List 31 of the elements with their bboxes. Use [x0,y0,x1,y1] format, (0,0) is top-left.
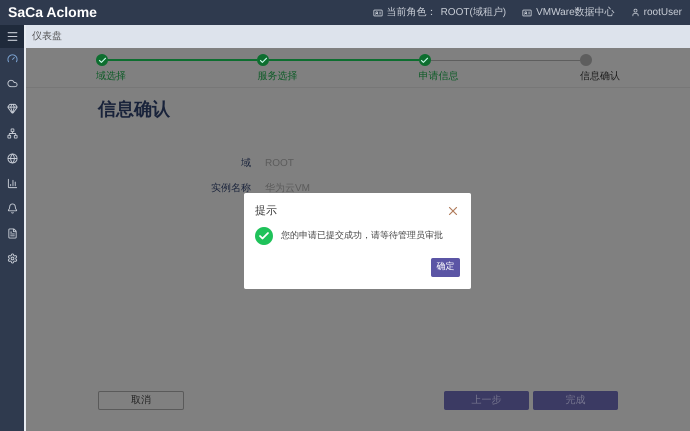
role-label: 当前角色： [386,6,437,20]
page-title: 信息确认 [98,99,170,119]
diamond-icon[interactable] [6,103,18,114]
bar-chart-icon[interactable] [6,178,18,189]
globe-icon[interactable] [6,153,18,164]
field-label: 实例名称 [211,182,251,196]
id-card-icon [522,8,532,18]
user-icon [630,8,640,17]
gauge-icon[interactable] [6,53,18,64]
step-label: 域选择 [96,70,126,84]
role-value: ROOT(域租户) [440,6,506,20]
breadcrumb[interactable]: 仪表盘 [32,29,62,44]
network-icon[interactable] [6,128,18,139]
bell-icon[interactable] [6,203,18,214]
step-label: 申请信息 [418,70,459,84]
dialog-message: 您的申请已提交成功，请等待管理员审批 [281,228,443,242]
confirm-button[interactable]: 确定 [431,258,460,276]
step-label: 服务选择 [257,70,298,84]
logo: SaCa Aclome [8,3,97,22]
step-label: 信息确认 [580,70,620,84]
user-menu[interactable]: rootUser [644,5,682,20]
success-icon [255,226,273,244]
datacenter-link[interactable]: VMWare数据中心 [536,5,615,20]
dialog-title: 提示 [255,204,277,219]
cloud-icon[interactable] [6,78,18,89]
id-card-icon [372,8,383,18]
document-icon[interactable] [6,228,18,239]
cancel-button[interactable]: 取消 [98,391,184,410]
field-label: 域 [241,156,251,171]
settings-icon[interactable] [6,253,18,264]
menu-icon[interactable] [6,30,18,43]
